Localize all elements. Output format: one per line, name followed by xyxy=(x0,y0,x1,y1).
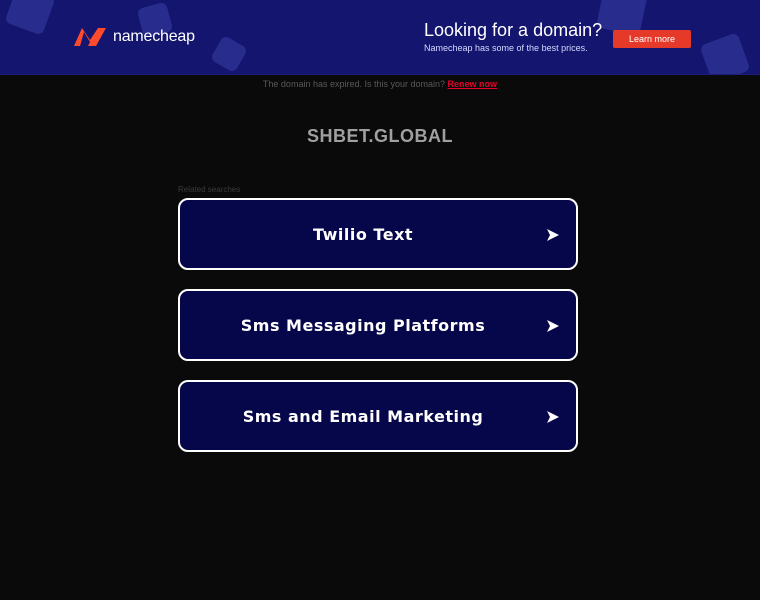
namecheap-logo[interactable]: namecheap xyxy=(72,26,195,48)
expired-text: The domain has expired. Is this your dom… xyxy=(262,79,446,89)
banner-decoration xyxy=(699,32,751,74)
search-link-label: Sms and Email Marketing xyxy=(242,406,484,426)
related-searches-label: Related searches xyxy=(178,185,241,194)
banner-decoration xyxy=(4,0,56,36)
arrow-right-icon xyxy=(547,229,559,241)
promo-banner[interactable]: namecheap Looking for a domain? Namechea… xyxy=(0,0,760,75)
related-search-link[interactable]: Sms and Email Marketing xyxy=(178,380,578,452)
related-search-link[interactable]: Twilio Text xyxy=(178,198,578,270)
banner-decoration xyxy=(209,34,249,74)
related-search-link[interactable]: Sms Messaging Platforms xyxy=(178,289,578,361)
promo-subtitle: Namecheap has some of the best prices. xyxy=(424,43,588,53)
arrow-right-icon xyxy=(547,320,559,332)
search-link-label: Sms Messaging Platforms xyxy=(240,315,486,335)
promo-text: Looking for a domain? Namecheap has some… xyxy=(424,20,602,53)
namecheap-logo-icon xyxy=(74,28,106,46)
expired-notice: The domain has expired. Is this your dom… xyxy=(0,79,760,89)
brand-name: namecheap xyxy=(113,28,195,45)
renew-now-link[interactable]: Renew now xyxy=(448,79,498,89)
arrow-right-icon xyxy=(547,411,559,423)
learn-more-button[interactable]: Learn more xyxy=(613,30,691,48)
domain-title: SHBET.GLOBAL xyxy=(306,126,453,146)
promo-title: Looking for a domain? xyxy=(424,20,603,40)
search-link-label: Twilio Text xyxy=(312,224,414,244)
